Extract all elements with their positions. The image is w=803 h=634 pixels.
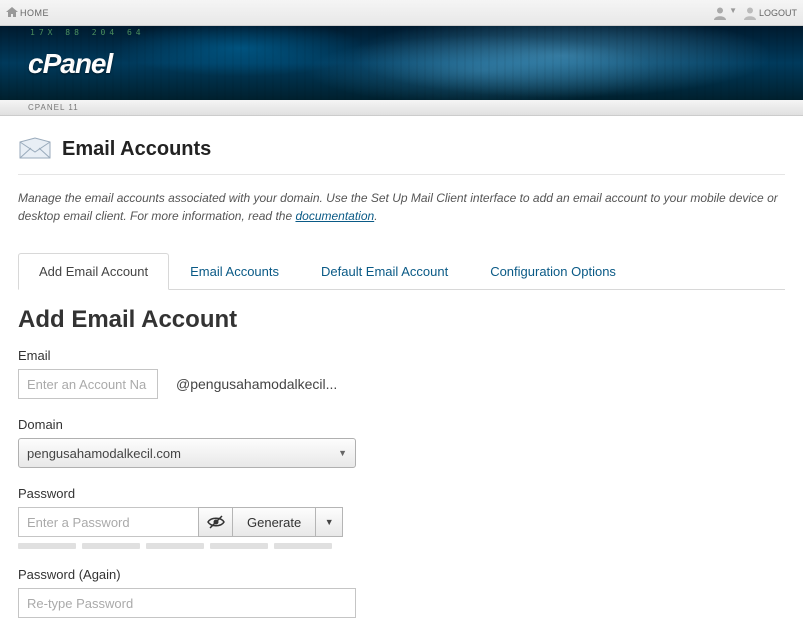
brand-logo: cPanel xyxy=(28,48,112,80)
tab-configuration-options[interactable]: Configuration Options xyxy=(469,253,637,289)
chevron-down-icon: ▼ xyxy=(729,6,737,20)
logout-icon xyxy=(743,6,757,20)
mail-icon xyxy=(18,136,52,162)
home-button[interactable]: HOME xyxy=(6,7,49,19)
email-domain-suffix: @pengusahamodalkecil... xyxy=(176,376,337,392)
documentation-link[interactable]: documentation xyxy=(295,209,374,223)
tab-add-email-account[interactable]: Add Email Account xyxy=(18,253,169,290)
subbar-text: CPANEL 11 xyxy=(28,103,79,112)
intro-text: Manage the email accounts associated wit… xyxy=(18,189,785,225)
domain-label: Domain xyxy=(18,417,785,432)
email-label: Email xyxy=(18,348,785,363)
logout-button[interactable]: LOGOUT xyxy=(743,6,797,20)
banner: 17X 88 204 64 cPanel xyxy=(0,26,803,100)
intro-part1: Manage the email accounts associated wit… xyxy=(18,191,778,223)
chevron-down-icon: ▼ xyxy=(338,448,347,458)
toggle-password-visibility[interactable] xyxy=(198,507,232,537)
chevron-down-icon: ▼ xyxy=(325,517,334,527)
sub-toolbar: CPANEL 11 xyxy=(0,100,803,116)
password-input[interactable] xyxy=(18,507,198,537)
logout-label: LOGOUT xyxy=(759,8,797,18)
tabs: Add Email Account Email Accounts Default… xyxy=(18,253,785,290)
password-label: Password xyxy=(18,486,785,501)
home-label: HOME xyxy=(20,8,49,18)
home-icon xyxy=(6,7,18,18)
top-toolbar: HOME ▼ LOGOUT xyxy=(0,0,803,26)
password-again-input[interactable] xyxy=(18,588,356,618)
password-strength-meter xyxy=(18,543,785,549)
section-title: Add Email Account xyxy=(18,306,785,334)
page-title: Email Accounts xyxy=(62,138,211,161)
user-icon xyxy=(713,6,727,20)
domain-selected: pengusahamodalkecil.com xyxy=(27,446,181,461)
tab-default-email-account[interactable]: Default Email Account xyxy=(300,253,469,289)
generate-password-dropdown[interactable]: ▼ xyxy=(315,507,343,537)
generate-password-button[interactable]: Generate xyxy=(232,507,315,537)
tab-email-accounts[interactable]: Email Accounts xyxy=(169,253,300,289)
banner-ticker: 17X 88 204 64 xyxy=(30,28,145,37)
eye-slash-icon xyxy=(207,515,225,529)
intro-part2: . xyxy=(374,209,377,223)
email-input[interactable] xyxy=(18,369,158,399)
domain-select[interactable]: pengusahamodalkecil.com ▼ xyxy=(18,438,356,468)
user-menu[interactable]: ▼ xyxy=(713,6,737,20)
divider xyxy=(18,174,785,175)
password-again-label: Password (Again) xyxy=(18,567,785,582)
